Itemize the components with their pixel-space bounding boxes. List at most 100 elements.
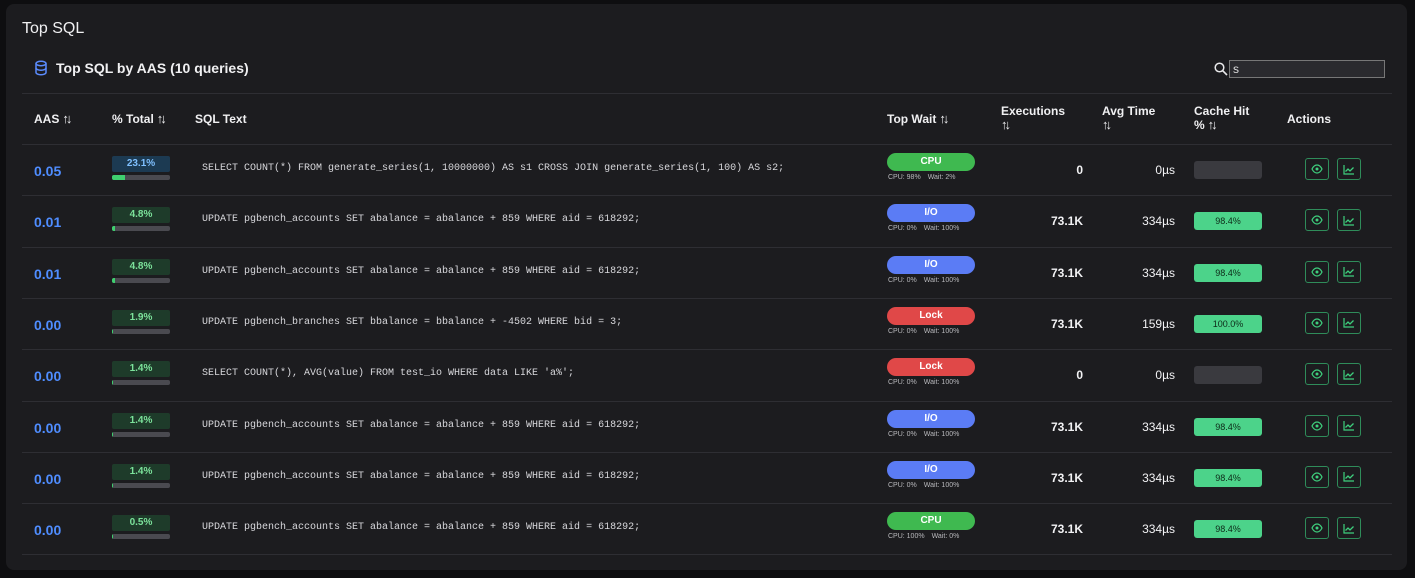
col-header-cache-hit[interactable]: Cache Hit% ↑↓: [1194, 105, 1249, 132]
eye-icon: [1311, 523, 1323, 533]
sort-icon[interactable]: ↑↓: [62, 111, 72, 126]
chart-button[interactable]: [1337, 517, 1361, 540]
wait-detail: CPU: 0% Wait: 100%: [888, 430, 960, 438]
table-row: 0.00 0.5% UPDATE pgbench_accounts SET abal…: [22, 504, 1392, 555]
sql-text[interactable]: UPDATE pgbench_accounts SET abalance = a…: [202, 420, 640, 431]
chart-button[interactable]: [1337, 260, 1361, 283]
line-chart-icon: [1343, 523, 1355, 534]
sort-icon[interactable]: ↑↓: [1208, 117, 1218, 132]
sql-text[interactable]: UPDATE pgbench_accounts SET abalance = a…: [202, 266, 640, 277]
cache-hit-badge: 98.4%: [1194, 468, 1262, 487]
aas-value: 0.05: [34, 163, 62, 179]
cache-hit-badge: 98.4%: [1194, 212, 1262, 231]
pct-total-badge: 1.4%: [112, 361, 170, 378]
col-header-executions[interactable]: Executions ↑↓: [1001, 105, 1065, 132]
pct-total-badge: 4.8%: [112, 207, 170, 224]
sql-text[interactable]: UPDATE pgbench_accounts SET abalance = a…: [202, 471, 640, 482]
divider: [22, 93, 1392, 94]
executions-value: 73.1K: [1050, 470, 1083, 485]
pct-total-cell: 1.4%: [112, 463, 170, 488]
sql-text[interactable]: SELECT COUNT(*), AVG(value) FROM test_io…: [202, 368, 574, 379]
col-header-avg-time[interactable]: Avg Time ↑↓: [1102, 105, 1155, 132]
top-wait-cell: I/O CPU: 0% Wait: 100%: [887, 409, 975, 438]
aas-value: 0.01: [34, 214, 62, 231]
eye-icon: [1311, 472, 1323, 482]
sql-text[interactable]: SELECT COUNT(*) FROM generate_series(1, …: [202, 163, 784, 174]
pct-total-bar-fill: [112, 226, 115, 232]
pct-total-bar: [112, 380, 170, 386]
pct-total-badge: 0.5%: [112, 515, 170, 532]
pct-total-cell: 0.5%: [112, 515, 170, 540]
executions-value: 73.1K: [1050, 419, 1083, 434]
sql-text[interactable]: UPDATE pgbench_accounts SET abalance = a…: [202, 522, 640, 533]
wait-detail: CPU: 0% Wait: 100%: [888, 327, 960, 335]
pct-total-bar: [112, 482, 170, 488]
sort-icon[interactable]: ↑↓: [1001, 118, 1065, 131]
line-chart-icon: [1343, 420, 1355, 431]
wait-detail: CPU: 0% Wait: 100%: [888, 481, 960, 489]
sql-text[interactable]: UPDATE pgbench_branches SET bbalance = b…: [202, 317, 622, 328]
pct-total-bar: [112, 226, 170, 232]
view-button[interactable]: [1305, 260, 1329, 283]
chart-button[interactable]: [1337, 209, 1361, 232]
eye-icon: [1311, 318, 1323, 328]
pct-total-bar: [112, 175, 170, 180]
sort-icon[interactable]: ↑↓: [1102, 118, 1155, 131]
cache-hit-badge: 98.4%: [1194, 263, 1262, 282]
pct-total-cell: 4.8%: [112, 207, 170, 232]
executions-value: 73.1K: [1050, 214, 1083, 229]
top-wait-badge: CPU: [887, 153, 975, 171]
view-button[interactable]: [1305, 414, 1329, 437]
line-chart-icon: [1343, 266, 1355, 277]
eye-icon: [1311, 164, 1323, 174]
view-button[interactable]: [1305, 209, 1329, 232]
pct-total-bar: [112, 534, 170, 540]
line-chart-icon: [1343, 164, 1355, 175]
pct-total-badge: 1.4%: [112, 412, 170, 429]
pct-total-badge: 23.1%: [112, 156, 170, 172]
sort-icon[interactable]: ↑↓: [939, 111, 949, 126]
chart-button[interactable]: [1337, 465, 1361, 488]
chart-button[interactable]: [1337, 363, 1361, 386]
aas-value: 0.00: [34, 419, 62, 436]
top-wait-cell: CPU CPU: 100% Wait: 0%: [887, 512, 975, 540]
col-header-aas[interactable]: AAS ↑↓: [34, 111, 72, 126]
col-header-pct-total[interactable]: % Total ↑↓: [112, 111, 167, 126]
cache-hit-badge: 98.4%: [1194, 417, 1262, 436]
top-wait-cell: I/O CPU: 0% Wait: 100%: [887, 255, 975, 284]
top-wait-cell: I/O CPU: 0% Wait: 100%: [887, 204, 975, 232]
pct-total-cell: 4.8%: [112, 258, 170, 283]
eye-icon: [1311, 369, 1323, 379]
avg-time-value: 334µs: [1142, 214, 1175, 229]
avg-time-value: 334µs: [1142, 522, 1175, 537]
pct-total-bar: [112, 328, 170, 334]
search-input[interactable]: [1229, 60, 1385, 78]
chart-button[interactable]: [1337, 414, 1361, 437]
pct-total-bar-fill: [112, 277, 115, 283]
view-button[interactable]: [1305, 311, 1329, 334]
chart-button[interactable]: [1337, 311, 1361, 334]
view-button[interactable]: [1305, 517, 1329, 540]
view-button[interactable]: [1305, 465, 1329, 488]
wait-detail: CPU: 100% Wait: 0%: [888, 533, 960, 541]
top-wait-badge: I/O: [887, 460, 975, 479]
avg-time-value: 334µs: [1142, 470, 1175, 485]
executions-value: 73.1K: [1050, 265, 1083, 280]
aas-value: 0.01: [34, 265, 62, 282]
line-chart-icon: [1343, 369, 1355, 380]
pct-total-badge: 4.8%: [112, 258, 170, 275]
top-wait-badge: Lock: [887, 358, 975, 377]
view-button[interactable]: [1305, 158, 1329, 180]
sql-text[interactable]: UPDATE pgbench_accounts SET abalance = a…: [202, 214, 640, 225]
search-box: [1214, 60, 1385, 78]
table-row: 0.00 1.4% SELECT COUNT(*), AVG(value) FROM…: [22, 350, 1392, 401]
page-title: Top SQL: [22, 20, 85, 37]
pct-total-bar-fill: [112, 431, 113, 437]
top-wait-badge: I/O: [887, 204, 975, 223]
col-header-top-wait[interactable]: Top Wait ↑↓: [887, 111, 949, 126]
sort-icon[interactable]: ↑↓: [157, 111, 167, 126]
chart-button[interactable]: [1337, 158, 1361, 180]
search-icon[interactable]: [1214, 62, 1228, 76]
aas-value: 0.00: [34, 470, 62, 487]
view-button[interactable]: [1305, 363, 1329, 386]
